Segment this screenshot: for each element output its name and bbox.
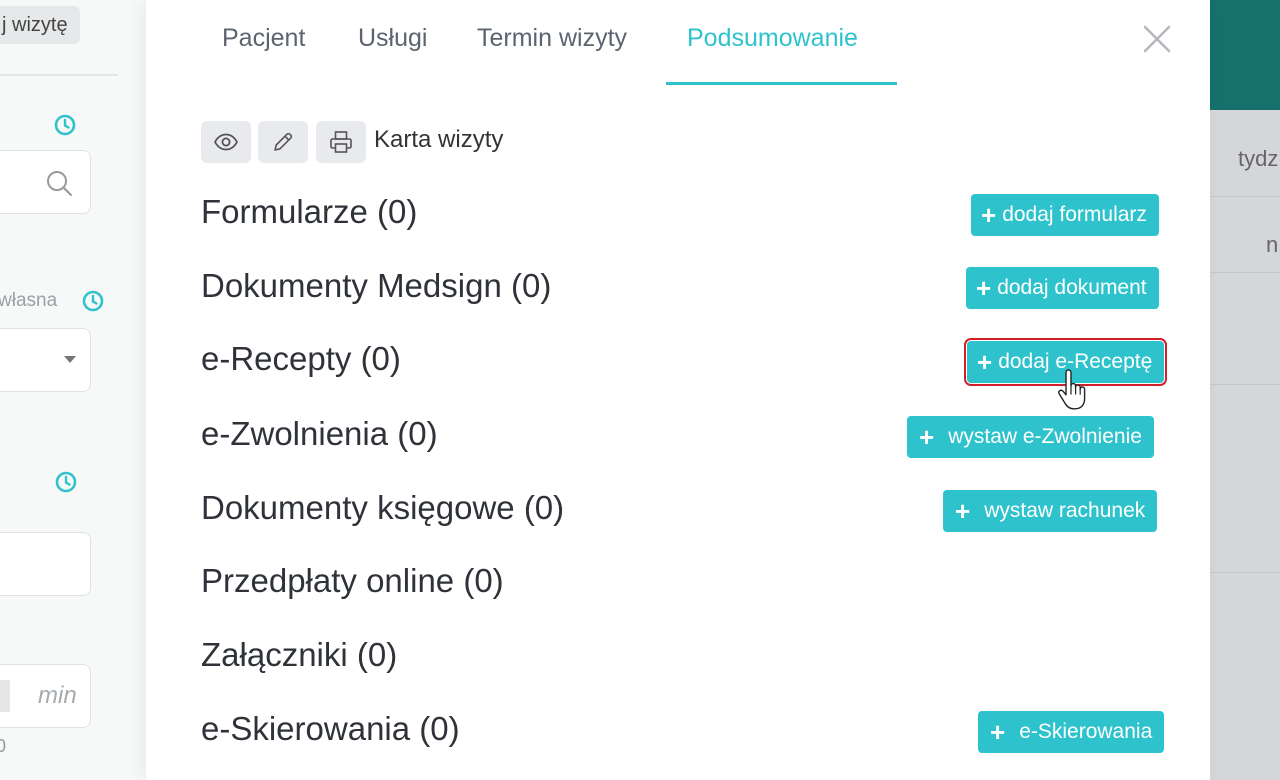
tab-patient[interactable]: Pacjent [222, 24, 305, 53]
clock-icon[interactable] [81, 289, 105, 313]
tab-services[interactable]: Usługi [358, 24, 427, 53]
left-panel: j wizytę własna min 0 [0, 0, 146, 780]
hint-text: 0 [0, 736, 7, 756]
button-label: wystaw rachunek [984, 499, 1146, 522]
pencil-icon [274, 132, 293, 151]
select-field[interactable] [0, 328, 91, 392]
section-attachments-title: Załączniki (0) [201, 636, 398, 673]
section-sick-leave-title: e-Zwolnienia (0) [201, 415, 438, 452]
search-icon[interactable] [44, 168, 74, 198]
button-label: wystaw e-Zwolnienie [948, 425, 1142, 448]
right-background: tydz n [1210, 0, 1280, 780]
tab-bar: Pacjent Usługi Termin wizyty Podsumowani… [146, 0, 1210, 86]
visit-chip[interactable]: j wizytę [0, 6, 80, 44]
clock-icon[interactable] [53, 113, 77, 137]
edit-button[interactable] [258, 121, 308, 163]
section-referrals-title: e-Skierowania (0) [201, 710, 460, 747]
header-bar [1210, 0, 1280, 110]
duration-unit: min [38, 682, 77, 709]
tab-summary[interactable]: Podsumowanie [687, 24, 858, 53]
section-medsign-title: Dokumenty Medsign (0) [201, 267, 552, 304]
divider [1210, 572, 1280, 573]
column-header: n [1266, 232, 1279, 257]
plus-icon: + [990, 717, 1006, 747]
visit-modal: Pacjent Usługi Termin wizyty Podsumowani… [146, 0, 1210, 780]
own-label: własna [0, 290, 58, 311]
visit-card-label: Karta wizyty [374, 126, 504, 153]
plus-icon: + [981, 200, 997, 230]
tab-visit-date[interactable]: Termin wizyty [477, 24, 627, 53]
issue-sick-leave-button[interactable]: + wystaw e-Zwolnienie [907, 416, 1154, 458]
active-tab-indicator [666, 82, 897, 85]
clock-icon[interactable] [54, 470, 78, 494]
hand-cursor-icon [1058, 369, 1086, 410]
issue-bill-button[interactable]: + wystaw rachunek [943, 490, 1158, 532]
week-tab: tydz [1238, 146, 1279, 171]
divider [0, 74, 118, 76]
section-accounting-title: Dokumenty księgowe (0) [201, 489, 565, 526]
print-button[interactable] [316, 121, 366, 163]
eye-icon [213, 133, 239, 151]
stepper-edge [0, 680, 10, 712]
chevron-down-icon[interactable] [64, 356, 76, 363]
divider [1210, 384, 1280, 385]
divider [1210, 196, 1280, 197]
button-label: dodaj formularz [1002, 203, 1147, 226]
section-prepayments-title: Przedpłaty online (0) [201, 562, 504, 599]
divider [1210, 272, 1280, 273]
add-referral-button[interactable]: + e-Skierowania [978, 711, 1165, 753]
button-label: e-Skierowania [1019, 720, 1153, 743]
button-label: dodaj dokument [997, 276, 1147, 299]
add-document-button[interactable]: + dodaj dokument [966, 267, 1159, 309]
section-forms-title: Formularze (0) [201, 193, 418, 230]
plus-icon: + [976, 273, 992, 303]
plus-icon: + [955, 496, 971, 526]
time-field[interactable] [0, 532, 91, 596]
section-prescriptions-title: e-Recepty (0) [201, 340, 401, 377]
add-form-button[interactable]: + dodaj formularz [971, 194, 1159, 236]
preview-button[interactable] [201, 121, 251, 163]
close-icon[interactable] [1140, 22, 1174, 56]
printer-icon [330, 131, 352, 153]
plus-icon: + [977, 347, 993, 377]
plus-icon: + [919, 422, 935, 452]
